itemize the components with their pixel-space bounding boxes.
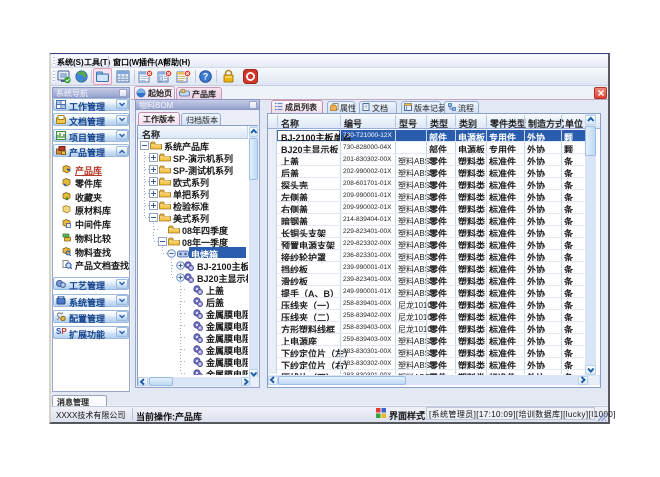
svg-text:?: ? xyxy=(203,72,209,82)
